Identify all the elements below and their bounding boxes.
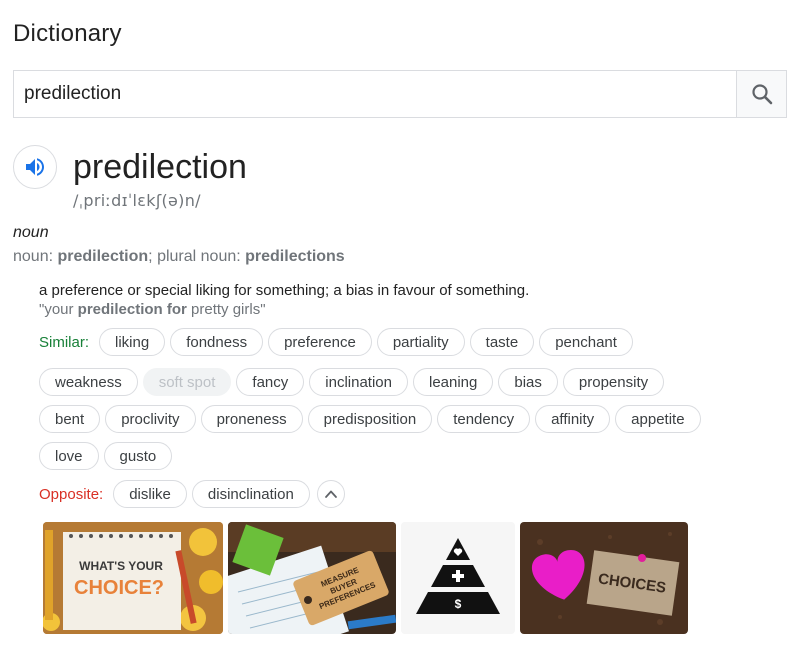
similar-chip-leaning[interactable]: leaning bbox=[412, 368, 494, 396]
definition-text: a preference or special liking for somet… bbox=[39, 282, 530, 299]
similar-chip-bias[interactable]: bias bbox=[498, 368, 558, 396]
similar-chip-soft-spot: soft spot bbox=[142, 368, 232, 396]
img1-line2: CHOICE? bbox=[74, 577, 164, 599]
similar-chip-affinity[interactable]: affinity bbox=[535, 405, 611, 433]
image-choices-heart[interactable]: CHOICES bbox=[520, 522, 688, 634]
similar-chip-love[interactable]: love bbox=[39, 442, 99, 470]
image-measure-buyer-preferences[interactable]: MEASURE BUYER PREFERENCES bbox=[228, 522, 396, 634]
similar-chip-taste[interactable]: taste bbox=[469, 328, 535, 356]
similar-chip-fondness[interactable]: fondness bbox=[170, 328, 264, 356]
headword: predilection bbox=[73, 148, 247, 186]
similar-row: weakness soft spot fancy inclination leaning… bbox=[39, 368, 669, 396]
search-input[interactable] bbox=[14, 71, 736, 117]
example-bold: predilection for bbox=[77, 301, 187, 318]
pronunciation-button[interactable] bbox=[13, 145, 57, 189]
image-whats-your-choice[interactable]: WHAT'S YOUR CHOICE? bbox=[43, 522, 223, 634]
opposite-label: Opposite: bbox=[39, 485, 104, 503]
opposite-row: Opposite: dislike disinclination bbox=[39, 480, 345, 508]
similar-chip-penchant[interactable]: penchant bbox=[539, 328, 633, 356]
noun-form: predilection bbox=[57, 248, 149, 265]
similar-chip-fancy[interactable]: fancy bbox=[236, 368, 305, 396]
similar-row: love gusto bbox=[39, 442, 177, 470]
opposite-chip-disinclination[interactable]: disinclination bbox=[191, 480, 310, 508]
example-open: "your bbox=[39, 301, 78, 318]
search-box bbox=[13, 70, 787, 118]
similar-chip-preference[interactable]: preference bbox=[268, 328, 372, 356]
similar-chip-proneness[interactable]: proneness bbox=[200, 405, 303, 433]
similar-chip-gusto[interactable]: gusto bbox=[103, 442, 173, 470]
search-icon bbox=[751, 84, 772, 105]
svg-text:$: $ bbox=[455, 597, 462, 611]
similar-chip-weakness[interactable]: weakness bbox=[39, 368, 138, 396]
similar-chip-propensity[interactable]: propensity bbox=[562, 368, 665, 396]
page-title: Dictionary bbox=[13, 20, 122, 47]
plural-label: plural noun: bbox=[157, 248, 246, 265]
part-of-speech: noun bbox=[13, 224, 49, 241]
search-button[interactable] bbox=[736, 71, 786, 117]
similar-chip-inclination[interactable]: inclination bbox=[309, 368, 408, 396]
img1-line1: WHAT'S YOUR bbox=[79, 559, 163, 573]
similar-chip-liking[interactable]: liking bbox=[99, 328, 166, 356]
plural-form: predilections bbox=[245, 248, 345, 265]
similar-row: Similar: liking fondness preference partial… bbox=[39, 328, 638, 356]
noun-label: noun: bbox=[13, 248, 58, 265]
similar-chip-proclivity[interactable]: proclivity bbox=[105, 405, 196, 433]
chevron-up-icon bbox=[324, 490, 337, 498]
similar-chip-predisposition[interactable]: predisposition bbox=[307, 405, 433, 433]
similar-chip-tendency[interactable]: tendency bbox=[437, 405, 531, 433]
example-close: pretty girls" bbox=[186, 301, 266, 318]
volume-up-icon bbox=[26, 158, 44, 176]
similar-chip-bent[interactable]: bent bbox=[39, 405, 101, 433]
collapse-button[interactable] bbox=[316, 480, 345, 508]
example-sentence: "your predilection for pretty girls" bbox=[39, 301, 266, 318]
similar-label: Similar: bbox=[39, 333, 90, 351]
phonetic-transcription: /ˌpriːdɪˈlɛkʃ(ə)n/ bbox=[73, 191, 201, 210]
similar-row: bent proclivity proneness predisposition ten… bbox=[39, 405, 706, 433]
opposite-chip-dislike[interactable]: dislike bbox=[113, 480, 187, 508]
forms-separator: ; bbox=[148, 248, 158, 265]
similar-chip-appetite[interactable]: appetite bbox=[615, 405, 701, 433]
image-pyramid-icon[interactable]: $ bbox=[401, 522, 515, 634]
word-forms: noun: predilection; plural noun: predile… bbox=[13, 248, 345, 266]
similar-chip-partiality[interactable]: partiality bbox=[376, 328, 465, 356]
